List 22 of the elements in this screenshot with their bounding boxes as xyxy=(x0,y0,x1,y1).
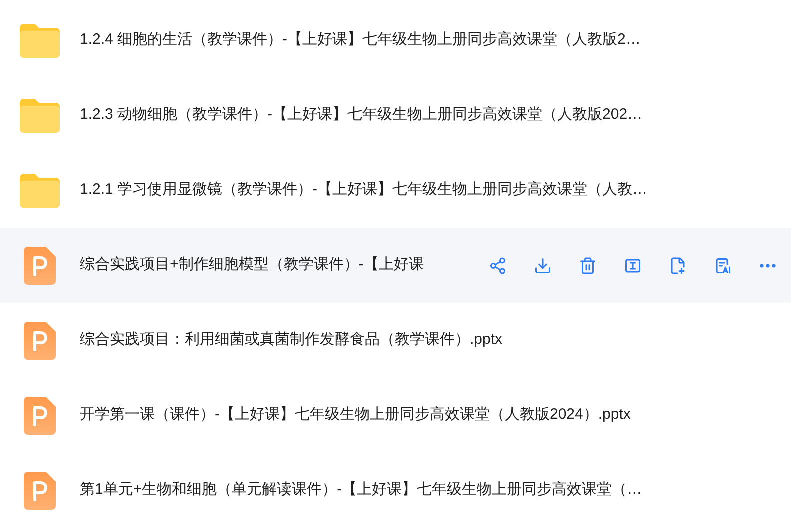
presentation-file-icon xyxy=(24,396,56,434)
file-name: 1.2.3 动物细胞（教学课件）-【上好课】七年级生物上册同步高效课堂（人教版202… xyxy=(80,105,643,126)
more-icon xyxy=(760,264,776,268)
file-name: 1.2.1 学习使用显微镜（教学课件）-【上好课】七年级生物上册同步高效课堂（人教… xyxy=(80,180,648,200)
text-cursor-icon xyxy=(624,256,642,274)
ai-document-icon xyxy=(714,256,732,274)
presentation-file-icon xyxy=(24,246,56,284)
share-icon xyxy=(489,256,507,274)
file-name: 开学第一课（课件）-【上好课】七年级生物上册同步高效课堂（人教版2024）.pptx xyxy=(80,405,631,426)
file-name: 第1单元+生物和细胞（单元解读课件）-【上好课】七年级生物上册同步高效课堂（… xyxy=(80,480,642,500)
file-name: 综合实践项目：利用细菌或真菌制作发酵食品（教学课件）.pptx xyxy=(80,330,503,350)
file-name: 综合实践项目+制作细胞模型（教学课件）-【上好课 xyxy=(80,255,424,276)
presentation-file-icon xyxy=(24,472,56,510)
trash-icon xyxy=(579,256,597,274)
presentation-file-icon xyxy=(24,322,56,360)
folder-icon xyxy=(18,96,62,134)
folder-icon xyxy=(18,22,62,60)
file-row[interactable]: 综合实践项目+制作细胞模型（教学课件）-【上好课 xyxy=(0,228,791,303)
file-name: 1.2.4 细胞的生活（教学课件）-【上好课】七年级生物上册同步高效课堂（人教版2… xyxy=(80,30,641,50)
folder-icon xyxy=(18,172,62,210)
file-plus-icon xyxy=(669,256,687,274)
download-icon xyxy=(534,256,552,274)
